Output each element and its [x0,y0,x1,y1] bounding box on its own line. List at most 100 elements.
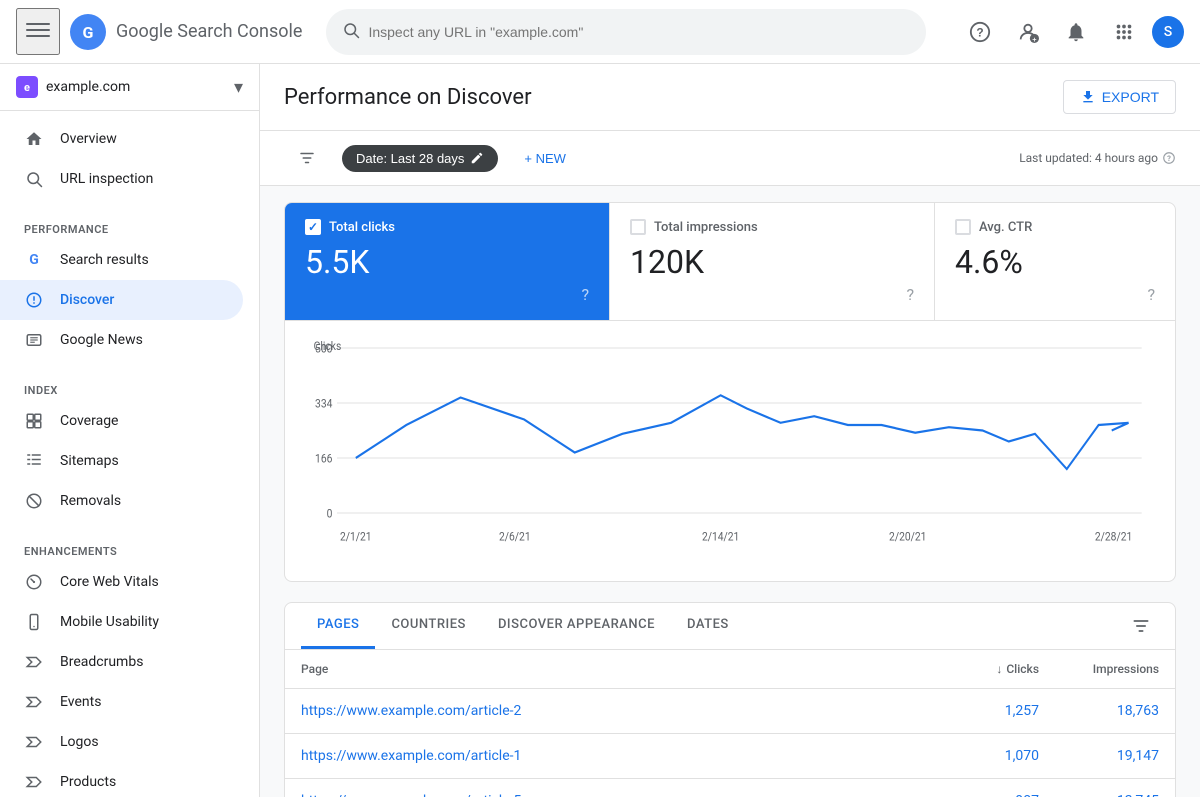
cell-impressions-2: 13,745 [1039,793,1159,797]
new-filter-label: + NEW [524,151,566,166]
sidebar-item-google-news[interactable]: Google News [0,320,243,360]
metric-help-clicks[interactable]: ? [581,285,589,304]
nav-section-main: Overview URL inspection [0,111,259,207]
table-container: Page ↓ Clicks Impressions https://www.ex… [285,650,1175,797]
svg-text:2/1/21: 2/1/21 [340,530,372,544]
sidebar-item-google-news-label: Google News [60,332,143,348]
app-name: Google Search Console [116,21,302,42]
tabs-section: PAGES COUNTRIES DISCOVER APPEARANCE DATE… [284,602,1176,797]
sidebar-item-logos-label: Logos [60,734,99,750]
svg-text:G: G [83,23,94,42]
date-filter-label: Date: Last 28 days [356,151,464,166]
sidebar-item-url-inspection[interactable]: URL inspection [0,159,243,199]
sort-down-icon: ↓ [996,662,1002,676]
date-filter-button[interactable]: Date: Last 28 days [342,145,498,172]
cell-clicks-2: 987 [919,793,1039,797]
notifications-icon[interactable] [1056,12,1096,52]
removals-icon [24,491,44,511]
sidebar-item-sitemaps[interactable]: Sitemaps [0,441,243,481]
sidebar-item-discover[interactable]: Discover [0,280,243,320]
svg-text:0: 0 [327,507,333,521]
svg-text:2/14/21: 2/14/21 [702,530,739,544]
table-row: https://www.example.com/article-1 1,070 … [285,734,1175,779]
url-inspection-icon [24,169,44,189]
svg-text:?: ? [1167,154,1171,163]
col-header-page: Page [301,662,919,676]
sidebar-item-breadcrumbs[interactable]: Breadcrumbs [0,642,243,682]
help-icon[interactable]: ? [960,12,1000,52]
home-icon [24,129,44,149]
sidebar-item-search-results[interactable]: G Search results [0,240,243,280]
new-filter-button[interactable]: + NEW [510,145,580,172]
header-actions: ? + S [960,12,1184,52]
col-header-clicks[interactable]: ↓ Clicks [919,662,1039,676]
cell-page-0[interactable]: https://www.example.com/article-2 [301,703,919,719]
sidebar: e example.com ▾ Overview URL inspection … [0,64,260,797]
metric-total-clicks[interactable]: ✓ Total clicks 5.5K ? [285,203,610,320]
sidebar-item-overview[interactable]: Overview [0,119,243,159]
cell-impressions-0: 18,763 [1039,703,1159,719]
search-input[interactable] [368,24,910,40]
site-selector[interactable]: e example.com ▾ [0,64,259,111]
cell-clicks-0: 1,257 [919,703,1039,719]
discover-icon [24,290,44,310]
metric-avg-ctr-label: Avg. CTR [979,220,1032,235]
metric-checkbox-impressions [630,219,646,235]
metric-total-impressions[interactable]: Total impressions 120K ? [610,203,935,320]
metric-total-clicks-label: Total clicks [329,220,395,235]
last-updated-text: Last updated: 4 hours ago [1019,151,1158,165]
sidebar-item-core-web-vitals[interactable]: Core Web Vitals [0,562,243,602]
tab-countries[interactable]: COUNTRIES [375,603,482,649]
metric-help-ctr[interactable]: ? [1147,285,1155,304]
sidebar-item-mobile-usability-label: Mobile Usability [60,614,159,630]
app-logo: G Google Search Console [68,12,302,52]
events-icon [24,692,44,712]
tab-dates[interactable]: DATES [671,603,745,649]
svg-text:+: + [1032,35,1036,43]
tab-pages[interactable]: PAGES [301,603,375,649]
sidebar-item-sitemaps-label: Sitemaps [60,453,119,469]
top-header: G Google Search Console ? + S [0,0,1200,64]
metric-total-clicks-value: 5.5K [305,243,589,281]
enhancements-section-label: Enhancements [0,537,259,562]
tab-discover-appearance[interactable]: DISCOVER APPEARANCE [482,603,671,649]
logos-icon [24,732,44,752]
filters-bar: Date: Last 28 days + NEW Last updated: 4… [260,131,1200,186]
export-label: EXPORT [1102,89,1159,105]
sidebar-item-events-label: Events [60,694,101,710]
breadcrumbs-icon [24,652,44,672]
metric-avg-ctr[interactable]: Avg. CTR 4.6% ? [935,203,1175,320]
chart-svg: 500 334 166 0 Clicks 2/1/21 2/6/21 2/14/… [309,337,1151,557]
sitemaps-icon [24,451,44,471]
cell-impressions-1: 19,147 [1039,748,1159,764]
sidebar-item-removals-label: Removals [60,493,121,509]
coverage-icon [24,411,44,431]
sidebar-item-logos[interactable]: Logos [0,722,243,762]
sidebar-item-coverage-label: Coverage [60,413,118,429]
sidebar-item-coverage[interactable]: Coverage [0,401,243,441]
metrics-section: ✓ Total clicks 5.5K ? Total impressions [260,186,1200,321]
avatar[interactable]: S [1152,16,1184,48]
sidebar-item-removals[interactable]: Removals [0,481,243,521]
filters-left: Date: Last 28 days + NEW [284,143,580,173]
apps-icon[interactable] [1104,12,1144,52]
cell-page-1[interactable]: https://www.example.com/article-1 [301,748,919,764]
filter-icon-btn[interactable] [284,143,330,173]
table-row: https://www.example.com/article-2 1,257 … [285,689,1175,734]
export-button[interactable]: EXPORT [1063,80,1176,114]
col-header-impressions: Impressions [1039,662,1159,676]
menu-icon[interactable] [16,8,60,55]
sidebar-item-products[interactable]: Products [0,762,243,797]
search-bar[interactable] [326,9,926,55]
metric-help-impressions[interactable]: ? [906,285,914,304]
cell-page-2[interactable]: https://www.example.com/article-5 [301,793,919,797]
table-filter-icon[interactable] [1123,608,1159,644]
svg-text:Clicks: Clicks [314,339,342,353]
sidebar-item-mobile-usability[interactable]: Mobile Usability [0,602,243,642]
chart-section: 500 334 166 0 Clicks 2/1/21 2/6/21 2/14/… [284,321,1176,582]
page-header: Performance on Discover EXPORT [260,64,1200,131]
performance-section-label: Performance [0,215,259,240]
account-icon[interactable]: + [1008,12,1048,52]
page-title: Performance on Discover [284,85,532,110]
sidebar-item-events[interactable]: Events [0,682,243,722]
